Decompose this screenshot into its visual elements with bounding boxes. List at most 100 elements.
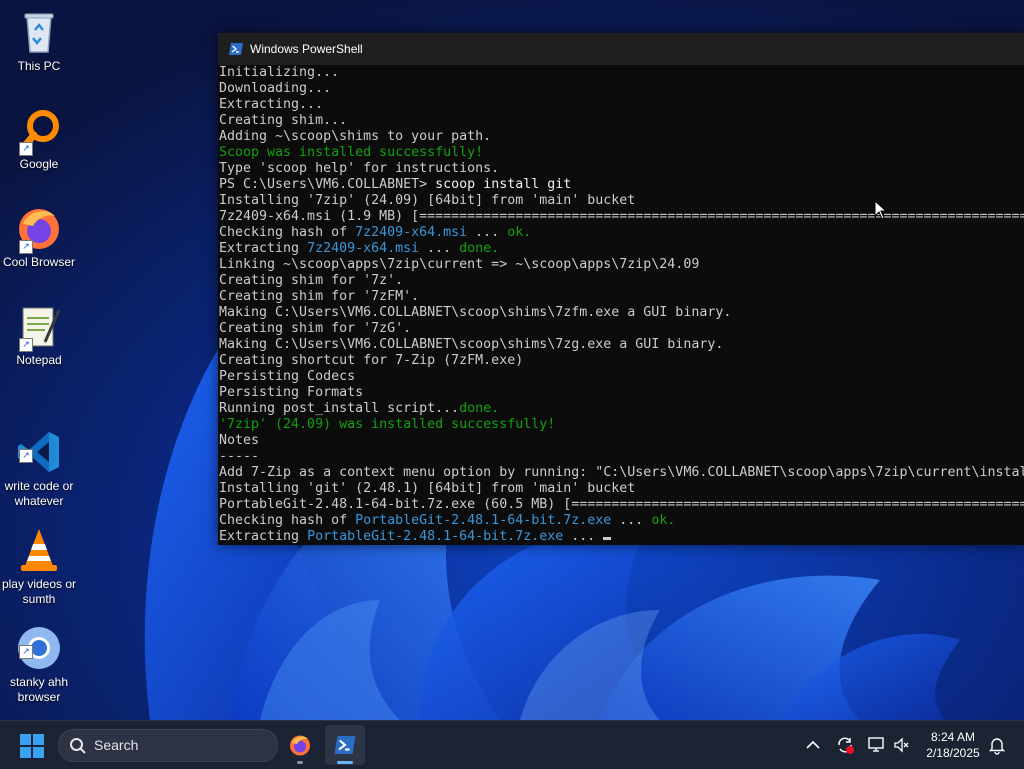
console-text: ... [611, 513, 652, 528]
chevron-up-icon[interactable] [803, 735, 823, 755]
console-text: ok. [507, 225, 532, 240]
console-text: ... [563, 529, 604, 544]
console-text: Adding ~\scoop\shims to your path. [219, 129, 492, 144]
console-text: Running post_install script... [219, 401, 460, 416]
mouse-pointer-icon [874, 200, 888, 220]
desktop-icon-label: stanky ahh browser [9, 675, 69, 704]
desktop-icon-google[interactable]: ↗ Google [0, 106, 78, 172]
taskbar-clock[interactable]: 8:24 AM 2/18/2025 [916, 729, 990, 761]
console-line: Installing 'git' (2.48.1) [64bit] from '… [219, 481, 1024, 497]
shortcut-arrow-icon: ↗ [19, 645, 33, 659]
console-text: Creating shortcut for 7-Zip (7zFM.exe) [219, 353, 524, 368]
powershell-icon [334, 736, 356, 754]
console-text: '7zip' (24.09) was installed successfull… [219, 417, 556, 432]
volume-muted-icon[interactable] [892, 735, 912, 755]
vlc-icon [15, 511, 63, 571]
running-indicator [297, 761, 303, 764]
console-text: Extracting [219, 241, 308, 256]
console-text: Extracting... [219, 97, 324, 112]
firefox-icon: ↗ [15, 204, 63, 254]
taskbar: Search 8:24 AM 2/18/2025 [0, 720, 1024, 769]
chrome-icon: ↗ [15, 609, 63, 669]
recycle-bin-icon [15, 8, 63, 56]
console-line: PortableGit-2.48.1-64-bit.7z.exe (60.5 M… [219, 497, 1024, 513]
desktop-icon-notepad[interactable]: ↗ Notepad [0, 302, 78, 368]
console-text: PortableGit-2.48.1-64-bit.7z.exe [355, 513, 612, 528]
console-text: scoop install git [435, 177, 572, 192]
shortcut-arrow-icon: ↗ [19, 240, 33, 254]
console-text: Installing '7zip' (24.09) [64bit] from '… [219, 193, 636, 208]
console-line: Scoop was installed successfully! [219, 145, 1024, 161]
desktop-icon-this-pc[interactable]: This PC [0, 8, 78, 74]
desktop-icon-label: Notepad [16, 353, 62, 367]
console-line: Running post_install script...done. [219, 401, 1024, 417]
console-text: Making C:\Users\VM6.COLLABNET\scoop\shim… [219, 305, 732, 320]
powershell-window[interactable]: Windows PowerShell Initializing... Downlo… [218, 33, 1024, 545]
console-line: Persisting Formats [219, 385, 1024, 401]
console-text: Creating shim for '7zG'. [219, 321, 412, 336]
console-text: Add 7-Zip as a context menu option by ru… [219, 465, 1024, 480]
console-text: Making C:\Users\VM6.COLLABNET\scoop\shim… [219, 337, 724, 352]
notepad-icon: ↗ [15, 302, 63, 352]
console-line: Add 7-Zip as a context menu option by ru… [219, 465, 1024, 481]
taskbar-app-powershell[interactable] [325, 725, 365, 765]
console-line: Initializing... [219, 65, 1024, 81]
search-icon [70, 738, 86, 754]
window-titlebar[interactable]: Windows PowerShell [218, 33, 1024, 65]
console-line: '7zip' (24.09) was installed successfull… [219, 417, 1024, 433]
console-text: Checking hash of [219, 513, 356, 528]
shortcut-arrow-icon: ↗ [19, 449, 33, 463]
console-text: done. [459, 401, 500, 416]
console-line: Making C:\Users\VM6.COLLABNET\scoop\shim… [219, 305, 1024, 321]
console-line: ----- [219, 449, 1024, 465]
start-windows-icon[interactable] [19, 733, 45, 759]
desktop-icon-chrome[interactable]: ↗ stanky ahh browser [0, 594, 78, 720]
search-placeholder: Search [94, 737, 139, 753]
network-icon[interactable] [867, 735, 887, 755]
console-line: Linking ~\scoop\apps\7zip\current => ~\s… [219, 257, 1024, 273]
console-line: Creating shim... [219, 113, 1024, 129]
desktop-icon-cool-browser[interactable]: ↗ Cool Browser [0, 204, 78, 270]
active-indicator [337, 761, 353, 764]
sync-icon[interactable] [835, 735, 855, 755]
shortcut-arrow-icon: ↗ [19, 142, 33, 156]
console-line: PS C:\Users\VM6.COLLABNET> scoop install… [219, 177, 1024, 193]
console-text: ... [467, 225, 508, 240]
taskbar-app-firefox[interactable] [280, 725, 320, 765]
console-line: Creating shim for '7zFM'. [219, 289, 1024, 305]
console-line: Checking hash of PortableGit-2.48.1-64-b… [219, 513, 1024, 529]
console-line: Creating shortcut for 7-Zip (7zFM.exe) [219, 353, 1024, 369]
console-output[interactable]: Initializing... Downloading... Extracting.… [218, 65, 1024, 545]
console-text: PortableGit-2.48.1-64-bit.7z.exe [307, 529, 564, 544]
console-text: Initializing... [219, 65, 340, 80]
console-text: Scoop was installed successfully! [219, 145, 484, 160]
notification-bell-icon[interactable] [987, 735, 1007, 755]
console-text: 7z2409-x64.msi (1.9 MB) [===============… [219, 209, 1024, 224]
clock-date: 2/18/2025 [926, 746, 980, 760]
console-line: Adding ~\scoop\shims to your path. [219, 129, 1024, 145]
console-text: 7z2409-x64.msi [307, 241, 420, 256]
console-line: Extracting 7z2409-x64.msi ... done. [219, 241, 1024, 257]
clock-time: 8:24 AM [930, 730, 976, 744]
console-text: Downloading... [219, 81, 332, 96]
vscode-icon: ↗ [15, 413, 63, 472]
console-text: Notes [219, 433, 260, 448]
console-line: Checking hash of 7z2409-x64.msi ... ok. [219, 225, 1024, 241]
window-title: Windows PowerShell [250, 42, 363, 56]
desktop-icon-label: Google [19, 157, 59, 171]
shortcut-arrow-icon: ↗ [19, 338, 33, 352]
console-text: ... [419, 241, 460, 256]
console-line: Downloading... [219, 81, 1024, 97]
desktop-icon-label: Cool Browser [2, 255, 76, 269]
console-text: done. [459, 241, 500, 256]
powershell-icon [229, 43, 243, 55]
console-text: PortableGit-2.48.1-64-bit.7z.exe (60.5 M… [219, 497, 1024, 512]
taskbar-search-box[interactable]: Search [58, 729, 278, 762]
console-line: 7z2409-x64.msi (1.9 MB) [===============… [219, 209, 1024, 225]
console-line: Persisting Codecs [219, 369, 1024, 385]
firefox-icon [290, 735, 310, 756]
console-text: Creating shim for '7zFM'. [219, 289, 420, 304]
console-text: Type 'scoop help' for instructions. [219, 161, 500, 176]
console-text: Persisting Formats [219, 385, 364, 400]
console-text: Creating shim... [219, 113, 348, 128]
